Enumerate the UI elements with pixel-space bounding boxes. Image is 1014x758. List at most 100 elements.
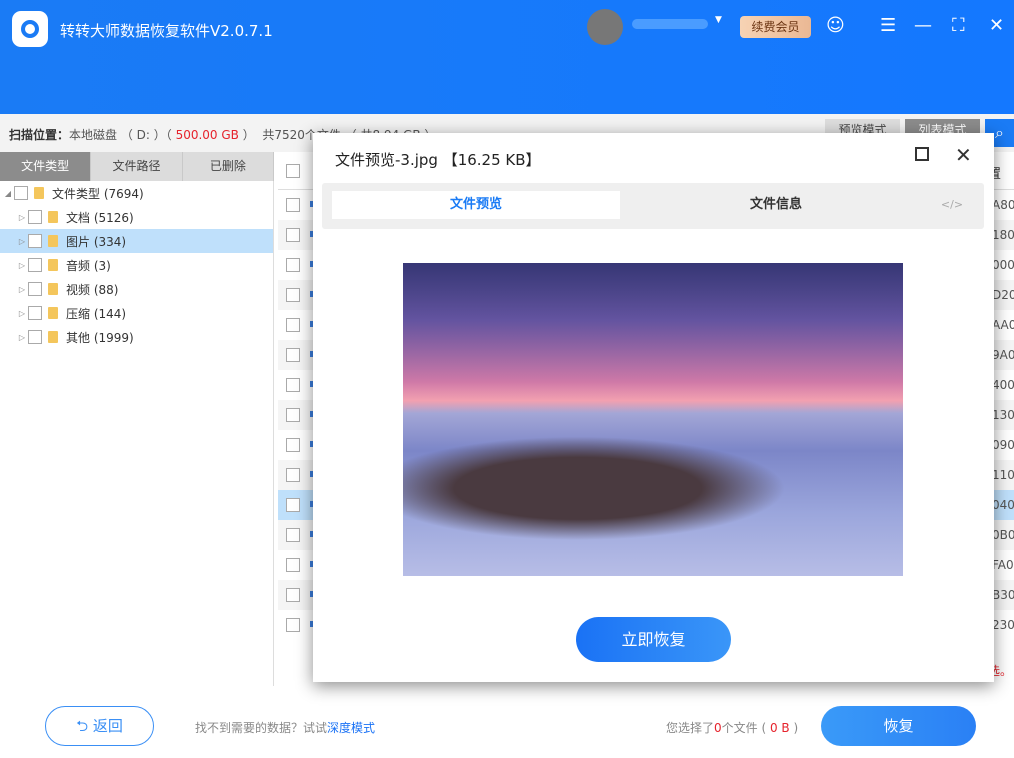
tree-checkbox[interactable] — [28, 258, 42, 272]
tree-item[interactable]: ▷ 音频 (3) — [0, 253, 273, 277]
tree-item-label: 图片 (334) — [66, 234, 127, 249]
folder-icon — [48, 331, 58, 343]
tab-file-type[interactable]: 文件类型 — [0, 152, 92, 181]
folder-icon — [48, 307, 58, 319]
category-tabs: 文件类型 文件路径 已删除 — [0, 152, 274, 181]
row-location: A80 — [992, 198, 1014, 212]
row-location: 230 — [992, 618, 1014, 632]
expand-icon[interactable]: ▷ — [16, 285, 28, 294]
image-preview — [403, 263, 903, 576]
title-bar: 转转大师数据恢复软件V2.0.7.1 ▼ 续费会员 ☺ ☰ — ⛶ ✕ — [0, 0, 1014, 114]
tree-item-label: 音频 (3) — [66, 258, 111, 273]
tree-checkbox[interactable] — [28, 282, 42, 296]
close-icon[interactable]: ✕ — [989, 14, 1004, 38]
expand-icon[interactable]: ◢ — [2, 189, 14, 198]
tree-item-label: 压缩 (144) — [66, 306, 127, 321]
expand-icon[interactable]: ▷ — [16, 237, 28, 246]
support-icon[interactable]: ☺ — [826, 14, 845, 38]
folder-icon — [34, 187, 44, 199]
tree-item[interactable]: ▷ 文档 (5126) — [0, 205, 273, 229]
folder-icon — [48, 259, 58, 271]
expand-icon[interactable]: ▷ — [16, 213, 28, 222]
dialog-tabs: 文件预览 文件信息 </> — [322, 183, 984, 229]
tree-item[interactable]: ▷ 图片 (334) — [0, 229, 273, 253]
expand-icon[interactable]: ▷ — [16, 309, 28, 318]
row-location: 0B0 — [992, 528, 1014, 542]
tree-item-label: 文件类型 (7694) — [52, 186, 144, 201]
row-checkbox[interactable] — [286, 588, 300, 602]
row-location: 110 — [992, 468, 1014, 482]
tree-checkbox[interactable] — [14, 186, 28, 200]
code-icon[interactable]: </> — [932, 191, 972, 219]
row-checkbox[interactable] — [286, 318, 300, 332]
expand-icon[interactable]: ▷ — [16, 333, 28, 342]
row-checkbox[interactable] — [286, 558, 300, 572]
row-location: AA0 — [992, 318, 1014, 332]
tree-checkbox[interactable] — [28, 306, 42, 320]
row-checkbox[interactable] — [286, 498, 300, 512]
tab-file-path[interactable]: 文件路径 — [91, 152, 183, 181]
menu-icon[interactable]: ☰ — [880, 14, 896, 38]
username-blurred[interactable] — [632, 19, 708, 29]
expand-icon[interactable]: ▷ — [16, 261, 28, 270]
tree-item-label: 视频 (88) — [66, 282, 119, 297]
back-label: 返回 — [92, 717, 123, 735]
row-checkbox[interactable] — [286, 528, 300, 542]
selection-summary: 您选择了0个文件 ( 0 B ) — [666, 721, 799, 735]
tree-item-label: 其他 (1999) — [66, 330, 134, 345]
app-title: 转转大师数据恢复软件V2.0.7.1 — [60, 22, 273, 40]
back-button[interactable]: ⮌ 返回 — [45, 706, 154, 746]
row-location: 400 — [992, 378, 1014, 392]
row-location: 000 — [992, 258, 1014, 272]
app-logo-icon — [12, 11, 48, 47]
back-icon: ⮌ — [76, 717, 93, 735]
tab-deleted[interactable]: 已删除 — [183, 152, 274, 181]
row-checkbox[interactable] — [286, 288, 300, 302]
tree-checkbox[interactable] — [28, 234, 42, 248]
row-checkbox[interactable] — [286, 438, 300, 452]
row-checkbox[interactable] — [286, 198, 300, 212]
tree-item[interactable]: ▷ 其他 (1999) — [0, 325, 273, 349]
folder-icon — [48, 283, 58, 295]
tree-item[interactable]: ▷ 视频 (88) — [0, 277, 273, 301]
row-checkbox[interactable] — [286, 378, 300, 392]
tree-item[interactable]: ▷ 压缩 (144) — [0, 301, 273, 325]
renew-vip-button[interactable]: 续费会员 — [740, 16, 811, 38]
deep-scan-hint: 找不到需要的数据？试试深度模式 — [195, 721, 376, 735]
row-location: D20 — [992, 288, 1014, 302]
tab-file-info[interactable]: 文件信息 — [632, 191, 920, 219]
row-location: 9A0 — [992, 348, 1014, 362]
tree-item[interactable]: ◢ 文件类型 (7694) — [0, 181, 273, 205]
restore-button[interactable]: 恢复 — [821, 706, 976, 746]
account-dropdown-icon[interactable]: ▼ — [715, 15, 722, 25]
row-location: B30 — [992, 588, 1014, 602]
row-location: FA0 — [992, 558, 1014, 572]
file-type-tree: ◢ 文件类型 (7694) ▷ 文档 (5126) ▷ 图片 (334) ▷ 音频 (3) ▷ 视… — [0, 181, 274, 686]
row-checkbox[interactable] — [286, 258, 300, 272]
tree-checkbox[interactable] — [28, 210, 42, 224]
preview-dialog: 文件预览-3.jpg 【16.25 KB】 ✕ 文件预览 文件信息 </> 立即… — [313, 133, 994, 682]
row-location: 040 — [992, 498, 1014, 512]
tab-file-preview[interactable]: 文件预览 — [332, 191, 620, 219]
deep-mode-link[interactable]: 深度模式 — [327, 721, 375, 735]
maximize-icon[interactable]: ⛶ — [952, 14, 965, 38]
row-checkbox[interactable] — [286, 468, 300, 482]
row-checkbox[interactable] — [286, 348, 300, 362]
row-location: 090 — [992, 438, 1014, 452]
row-location: 180 — [992, 228, 1014, 242]
close-dialog-icon[interactable]: ✕ — [955, 143, 972, 167]
folder-icon — [48, 211, 58, 223]
folder-icon — [48, 235, 58, 247]
avatar[interactable] — [587, 9, 623, 45]
row-location: 130 — [992, 408, 1014, 422]
select-all-checkbox[interactable] — [286, 164, 300, 178]
minimize-icon[interactable]: — — [914, 14, 932, 38]
dialog-title: 文件预览-3.jpg 【16.25 KB】 — [335, 151, 541, 169]
row-checkbox[interactable] — [286, 408, 300, 422]
restore-now-button[interactable]: 立即恢复 — [576, 617, 731, 662]
row-checkbox[interactable] — [286, 228, 300, 242]
tree-item-label: 文档 (5126) — [66, 210, 134, 225]
maximize-dialog-icon[interactable] — [915, 147, 929, 161]
row-checkbox[interactable] — [286, 618, 300, 632]
tree-checkbox[interactable] — [28, 330, 42, 344]
